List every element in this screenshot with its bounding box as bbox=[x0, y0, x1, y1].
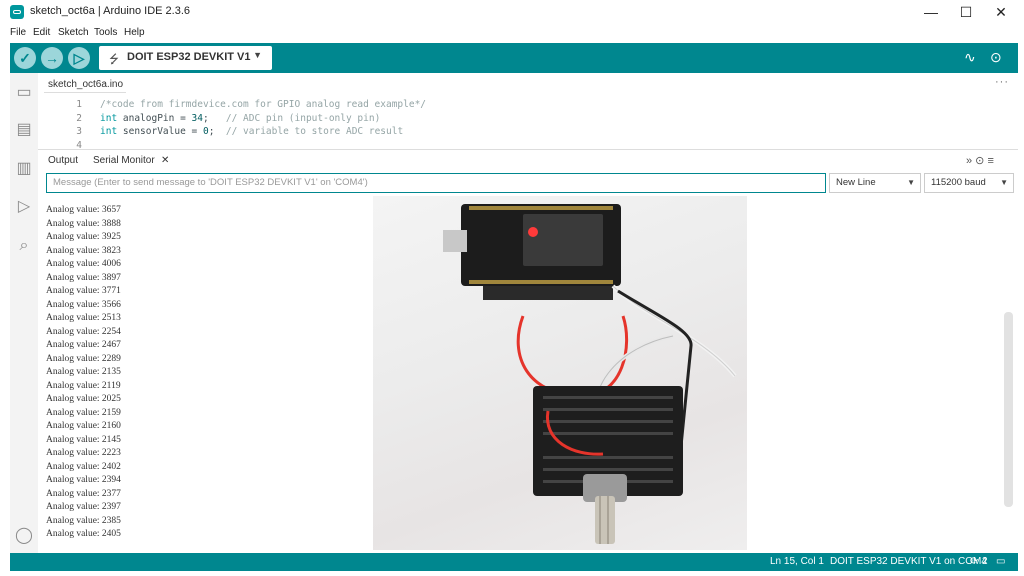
serial-plotter-icon[interactable]: ∿ bbox=[964, 49, 976, 66]
maximize-button[interactable]: ☐ bbox=[949, 0, 983, 24]
message-input[interactable]: Message (Enter to send message to 'DOIT … bbox=[46, 173, 826, 193]
serial-line: Analog value: 4006 bbox=[46, 259, 121, 269]
serial-line: Analog value: 2223 bbox=[46, 448, 121, 458]
baud-rate-value: 115200 baud bbox=[931, 177, 986, 188]
code-line[interactable]: 4 bbox=[60, 140, 100, 151]
serial-line: Analog value: 3823 bbox=[46, 245, 121, 256]
tab-output[interactable]: Output bbox=[48, 155, 78, 166]
baud-rate-select[interactable]: 115200 baud ▼ bbox=[924, 173, 1014, 193]
code-token: ; bbox=[208, 126, 226, 137]
code-line[interactable]: 2 int analogPin = 34; // ADC pin (input-o… bbox=[60, 113, 380, 124]
menu-sketch[interactable]: Sketch bbox=[58, 27, 89, 38]
code-token: 34 bbox=[191, 113, 203, 124]
folder-icon[interactable]: ▭ bbox=[14, 83, 34, 103]
serial-line: Analog value: 2160 bbox=[46, 421, 121, 431]
serial-line: Analog value: 2385 bbox=[46, 515, 121, 526]
cursor-position[interactable]: Ln 15, Col 1 bbox=[770, 556, 824, 567]
toolbar: ✓ → ▷ ⭍ DOIT ESP32 DEVKIT V1 ▼ ∿ ⊙ bbox=[10, 43, 1018, 73]
code-token: sensorValue = bbox=[117, 126, 203, 137]
board-port-status[interactable]: DOIT ESP32 DEVKIT V1 on COM4 bbox=[830, 556, 987, 567]
board-selector[interactable]: ⭍ DOIT ESP32 DEVKIT V1 ▼ bbox=[99, 46, 272, 70]
menu-file[interactable]: File bbox=[10, 27, 26, 38]
code-token: int bbox=[100, 113, 118, 124]
line-number: 3 bbox=[76, 126, 82, 137]
serial-line: Analog value: 2397 bbox=[46, 502, 121, 512]
serial-line: Analog value: 2119 bbox=[46, 380, 121, 391]
serial-line: Analog value: 2402 bbox=[46, 461, 121, 472]
potentiometer-icon bbox=[583, 474, 627, 544]
panel-tabs: Output Serial Monitor ✕ » ⊙ ≡ bbox=[38, 151, 1018, 171]
left-sidebar: ▭ ▤ ▥ ▷ ⌕ ◯ bbox=[10, 73, 38, 553]
close-tab-icon[interactable]: ✕ bbox=[161, 155, 169, 166]
serial-line: Analog value: 2289 bbox=[46, 353, 121, 364]
serial-line: Analog value: 2513 bbox=[46, 313, 121, 323]
serial-line: Analog value: 3771 bbox=[46, 286, 121, 296]
panel-actions-icons[interactable]: » ⊙ ≡ bbox=[966, 154, 994, 167]
close-window-button[interactable]: ✕ bbox=[984, 0, 1018, 24]
search-icon[interactable]: ⌕ bbox=[14, 236, 34, 256]
menu-help[interactable]: Help bbox=[124, 27, 145, 38]
board-icon[interactable]: ▤ bbox=[14, 120, 34, 140]
serial-line: Analog value: 2254 bbox=[46, 326, 121, 337]
line-ending-value: New Line bbox=[836, 177, 876, 188]
serial-line: Analog value: 2405 bbox=[46, 529, 121, 539]
line-number: 4 bbox=[76, 140, 82, 151]
code-token: analogPin = bbox=[117, 113, 192, 124]
code-editor[interactable] bbox=[38, 73, 1018, 150]
line-number: 2 bbox=[76, 113, 82, 124]
code-line[interactable]: 1 /*code from firmdevice.com for GPIO ana… bbox=[60, 99, 426, 110]
serial-line: Analog value: 3566 bbox=[46, 299, 121, 310]
serial-line: Analog value: 3925 bbox=[46, 232, 121, 242]
serial-line: Analog value: 2394 bbox=[46, 475, 121, 485]
serial-line: Analog value: 2159 bbox=[46, 407, 121, 418]
notification-icon[interactable]: ⟳ bbox=[970, 556, 978, 567]
serial-monitor-icon[interactable]: ⊙ bbox=[990, 49, 1002, 66]
tab-sketch-file[interactable]: sketch_oct6a.ino bbox=[48, 79, 123, 90]
chevron-down-icon: ▼ bbox=[1000, 178, 1008, 187]
verify-button[interactable]: ✓ bbox=[14, 47, 36, 69]
code-token: ; bbox=[202, 113, 226, 124]
more-icon[interactable]: ··· bbox=[995, 76, 1009, 88]
serial-line: Analog value: 2145 bbox=[46, 434, 121, 445]
serial-line: Analog value: 3897 bbox=[46, 272, 121, 283]
serial-line: Analog value: 2135 bbox=[46, 367, 121, 377]
debug-icon[interactable]: ▷ bbox=[14, 197, 34, 217]
debug-button[interactable]: ▷ bbox=[68, 47, 90, 69]
menu-edit[interactable]: Edit bbox=[33, 27, 50, 38]
serial-line: Analog value: 2467 bbox=[46, 340, 121, 350]
code-line[interactable]: 3 int sensorValue = 0; // variable to sto… bbox=[60, 126, 403, 137]
line-ending-select[interactable]: New Line ▼ bbox=[829, 173, 921, 193]
serial-line: Analog value: 3888 bbox=[46, 218, 121, 229]
code-token: // ADC pin (input-only pin) bbox=[225, 113, 381, 124]
upload-button[interactable]: → bbox=[41, 47, 63, 69]
circuit-photo bbox=[373, 196, 747, 550]
minimize-button[interactable]: — bbox=[914, 0, 948, 24]
serial-line: Analog value: 2377 bbox=[46, 488, 121, 499]
line-number: 1 bbox=[76, 99, 82, 110]
status-bar: Ln 15, Col 1 DOIT ESP32 DEVKIT V1 on COM… bbox=[10, 553, 1018, 571]
code-token: int bbox=[100, 126, 118, 137]
menu-tools[interactable]: Tools bbox=[94, 27, 117, 38]
code-token: // variable to store ADC result bbox=[225, 126, 404, 137]
chevron-down-icon: ▼ bbox=[253, 50, 262, 60]
serial-line: Analog value: 2025 bbox=[46, 394, 121, 404]
code-token: /*code from firmdevice.com for GPIO anal… bbox=[100, 99, 427, 110]
arduino-logo-icon bbox=[10, 5, 24, 19]
notification-count: 2 bbox=[982, 556, 988, 567]
menu-bar: File Edit Sketch Tools Help bbox=[0, 25, 1024, 41]
scrollbar[interactable] bbox=[1004, 312, 1013, 507]
tab-serial-monitor[interactable]: Serial Monitor bbox=[93, 155, 155, 166]
account-icon[interactable]: ◯ bbox=[14, 526, 34, 546]
esp32-board-icon bbox=[443, 204, 621, 300]
panel-layout-icon[interactable]: ▭ bbox=[996, 556, 1005, 567]
chevron-down-icon: ▼ bbox=[907, 178, 915, 187]
library-icon[interactable]: ▥ bbox=[14, 159, 34, 179]
tab-underline bbox=[44, 92, 126, 93]
board-name: DOIT ESP32 DEVKIT V1 bbox=[127, 51, 251, 63]
serial-line: Analog value: 3657 bbox=[46, 205, 121, 215]
usb-icon: ⭍ bbox=[109, 52, 119, 66]
window-title: sketch_oct6a | Arduino IDE 2.3.6 bbox=[30, 5, 191, 17]
